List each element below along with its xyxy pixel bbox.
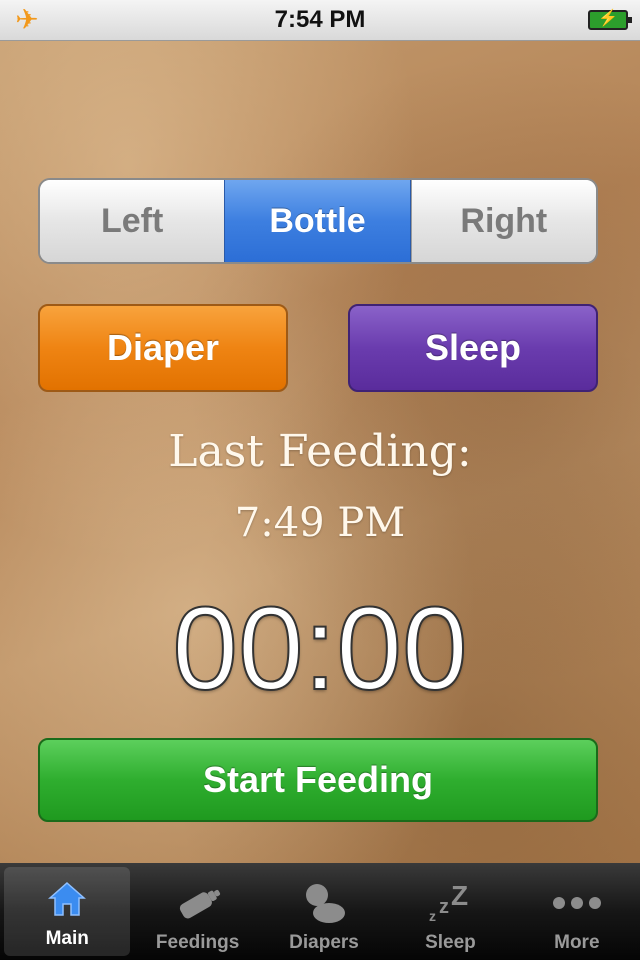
more-dots-icon bbox=[547, 878, 607, 928]
last-feeding-time: 7:49 PM bbox=[234, 500, 406, 546]
last-feeding-label: Last Feeding: bbox=[168, 426, 472, 477]
segment-left[interactable]: Left bbox=[40, 180, 225, 262]
feeding-timer: 00:00 bbox=[171, 583, 468, 715]
tab-diapers[interactable]: Diapers bbox=[261, 863, 387, 960]
tab-more[interactable]: More bbox=[514, 863, 640, 960]
sleep-button[interactable]: Sleep bbox=[348, 304, 598, 392]
bottle-icon bbox=[168, 878, 228, 928]
zzz-icon: z z Z bbox=[420, 878, 480, 928]
home-icon bbox=[37, 874, 97, 924]
status-time: 7:54 PM bbox=[274, 6, 366, 33]
status-bar: ✈ 7:54 PM ⚡ bbox=[0, 0, 640, 41]
tab-bar: Main Feedings Diapers z z Z Sleep More bbox=[0, 863, 640, 960]
battery-icon: ⚡ bbox=[588, 10, 632, 30]
diaper-button[interactable]: Diaper bbox=[38, 304, 288, 392]
start-feeding-button[interactable]: Start Feeding bbox=[38, 738, 598, 822]
tab-sleep[interactable]: z z Z Sleep bbox=[387, 863, 513, 960]
feeding-type-segmented-control[interactable]: Left Bottle Right bbox=[38, 178, 598, 264]
tab-feedings[interactable]: Feedings bbox=[134, 863, 260, 960]
svg-text:Z: Z bbox=[451, 881, 468, 911]
segment-bottle[interactable]: Bottle bbox=[224, 180, 411, 262]
tab-feedings-label: Feedings bbox=[155, 932, 240, 953]
baby-icon bbox=[294, 878, 354, 928]
tab-sleep-label: Sleep bbox=[425, 932, 476, 953]
tab-more-label: More bbox=[554, 932, 600, 953]
svg-text:z: z bbox=[429, 908, 436, 924]
svg-text:z: z bbox=[439, 896, 449, 918]
tab-main[interactable]: Main bbox=[4, 867, 131, 956]
segment-right[interactable]: Right bbox=[410, 180, 596, 262]
tab-diapers-label: Diapers bbox=[289, 932, 359, 953]
tab-main-label: Main bbox=[45, 928, 89, 949]
